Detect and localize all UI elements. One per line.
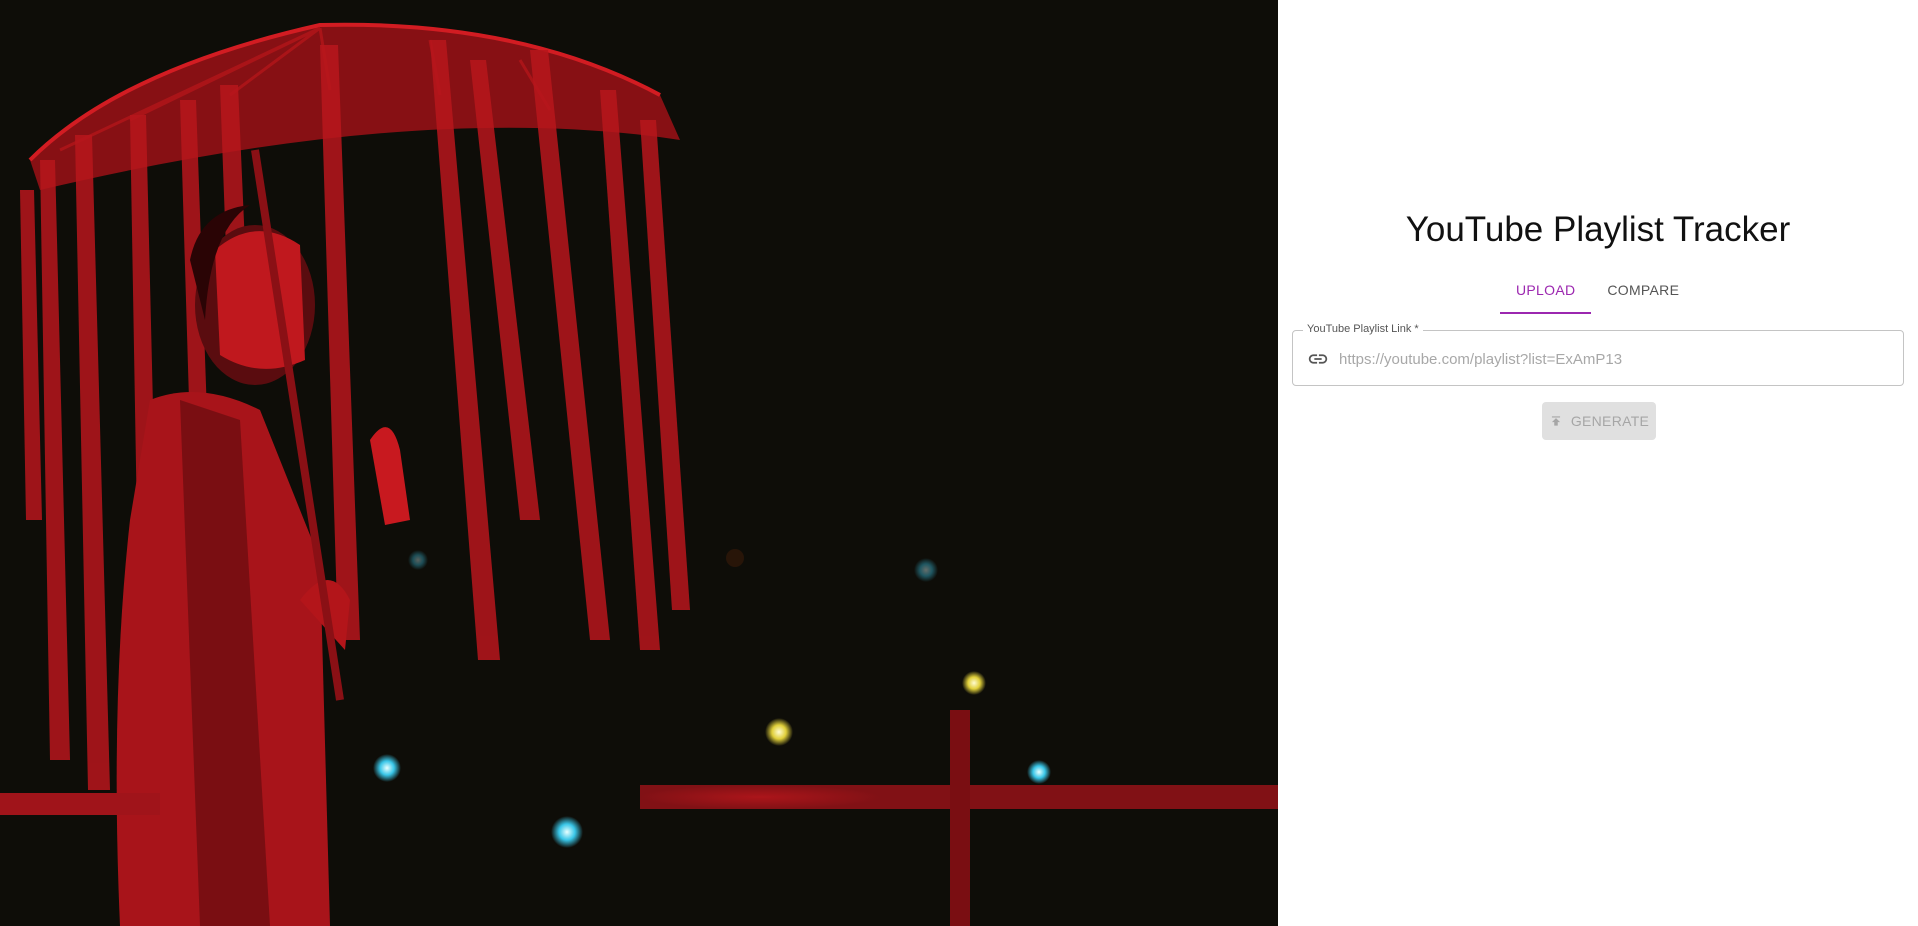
hero-image xyxy=(0,0,1278,926)
tab-compare[interactable]: COMPARE xyxy=(1591,272,1695,314)
page-title: YouTube Playlist Tracker xyxy=(1405,210,1791,249)
tab-upload[interactable]: UPLOAD xyxy=(1500,272,1592,314)
playlist-link-field[interactable]: YouTube Playlist Link * xyxy=(1292,323,1904,386)
generate-button[interactable]: GENERATE xyxy=(1542,402,1656,440)
link-icon xyxy=(1308,354,1328,364)
playlist-link-label: YouTube Playlist Link * xyxy=(1303,323,1423,335)
generate-button-label: GENERATE xyxy=(1570,413,1650,429)
hero-photo-illustration xyxy=(0,22,1278,926)
upload-icon xyxy=(1551,416,1560,426)
tracker-panel: YouTube Playlist Tracker UPLOAD COMPARE … xyxy=(1278,0,1918,926)
playlist-link-input[interactable] xyxy=(1337,341,1891,377)
tab-bar: UPLOAD COMPARE xyxy=(1500,272,1695,314)
page: YouTube Playlist Tracker UPLOAD COMPARE … xyxy=(0,0,1918,926)
